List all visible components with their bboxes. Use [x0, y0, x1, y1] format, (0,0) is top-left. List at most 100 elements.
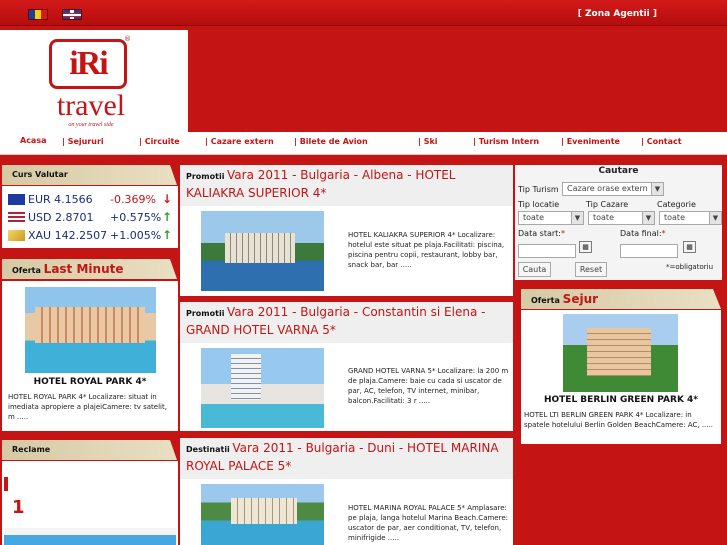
- categorie-value: toate: [664, 213, 685, 222]
- currency-value: USD 2.8701: [28, 211, 94, 224]
- hotel-kaliakra-image[interactable]: [201, 211, 324, 291]
- offer-description: GRAND HOTEL VARNA 5* Localizare: la 200 …: [348, 367, 509, 405]
- currency-value: EUR 4.1566: [28, 193, 93, 206]
- site-logo[interactable]: iRi ® travel on your travel side: [0, 30, 188, 132]
- us-flag-icon: [8, 212, 25, 223]
- offer-header: Promotii Vara 2011 - Bulgaria - Constant…: [180, 302, 513, 343]
- data-start-input[interactable]: [518, 244, 576, 258]
- romanian-flag-icon[interactable]: [28, 9, 48, 20]
- tip-cazare-value: toate: [593, 213, 614, 222]
- currency-row-usd: USD 2.8701 +0.575% ↑: [6, 209, 178, 226]
- sejur-label: Oferta: [531, 296, 560, 305]
- reclame-number: 1: [12, 497, 25, 518]
- hotel-marina-royal-image[interactable]: [201, 484, 324, 545]
- cauta-button[interactable]: Cauta: [518, 262, 551, 277]
- reclame-panel: 1: [2, 461, 178, 545]
- reclame-title: Reclame: [12, 445, 51, 454]
- chevron-down-icon: ▼: [571, 212, 583, 224]
- curs-valutar-panel: EUR 4.1566 -0.369% ↓ USD 2.8701 +0.575% …: [2, 186, 178, 248]
- calendar-icon[interactable]: ▦: [579, 241, 592, 253]
- sejur-header: Oferta Sejur: [521, 289, 721, 309]
- tip-locatie-select[interactable]: toate ▼: [518, 211, 584, 225]
- offer-description: HOTEL MARINA ROYAL PALACE 5* Amplasare: …: [348, 504, 508, 542]
- last-minute-hotel-title[interactable]: HOTEL ROYAL PARK 4*: [2, 377, 178, 387]
- hotel-berlin-green-park-image[interactable]: [563, 314, 678, 392]
- tip-cazare-select[interactable]: toate ▼: [588, 211, 655, 225]
- nav-item-turism-intern[interactable]: | Turism Intern: [473, 137, 539, 146]
- obligatoriu-note: *=obligatoriu: [666, 263, 714, 271]
- offer-label: Destinatii: [186, 445, 230, 454]
- main-nav: Acasa | Sejururi | Circuite | Cazare ext…: [0, 132, 727, 155]
- offer-header: Promotii Vara 2011 - Bulgaria - Albena -…: [180, 165, 513, 206]
- offer-title[interactable]: Vara 2011 - Bulgaria - Albena - HOTEL KA…: [186, 168, 455, 200]
- offer-label: Promotii: [186, 172, 225, 181]
- tip-turism-select[interactable]: Cazare orase extern ▼: [562, 182, 664, 196]
- offer-card: HOTEL KALIAKRA SUPERIOR 4* Localizare: h…: [180, 206, 513, 296]
- last-minute-title: Last Minute: [43, 262, 124, 276]
- reclame-banner-image[interactable]: 1: [4, 461, 176, 545]
- currency-change: +1.005%: [110, 229, 162, 242]
- chevron-down-icon: ▼: [651, 183, 663, 195]
- currency-change: -0.369%: [110, 193, 156, 206]
- currency-row-eur: EUR 4.1566 -0.369% ↓: [6, 191, 178, 208]
- nav-item-cazare-extern[interactable]: | Cazare extern: [205, 137, 274, 146]
- top-bar: [ Zona Agentii ]: [0, 0, 727, 26]
- gold-icon: [8, 230, 25, 241]
- logo-registered-mark: ®: [124, 35, 131, 43]
- offer-title[interactable]: Vara 2011 - Bulgaria - Duni - HOTEL MARI…: [186, 441, 499, 473]
- offer-label: Promotii: [186, 309, 225, 318]
- reclame-header: Reclame: [2, 440, 177, 460]
- grand-hotel-varna-image[interactable]: [201, 348, 324, 428]
- tip-turism-label: Tip Turism: [518, 185, 559, 194]
- sejur-panel: HOTEL BERLIN GREEN PARK 4* HOTEL LTI BER…: [521, 310, 721, 444]
- logo-tagline: on your travel side: [68, 122, 114, 128]
- data-final-input[interactable]: [620, 244, 678, 258]
- nav-item-acasa[interactable]: Acasa: [20, 136, 47, 145]
- zona-agentii-link[interactable]: [ Zona Agentii ]: [578, 9, 657, 19]
- arrow-down-icon: ↓: [162, 192, 173, 206]
- nav-item-bilete-avion[interactable]: | Bilete de Avion: [294, 137, 368, 146]
- curs-valutar-title: Curs Valutar: [12, 170, 68, 179]
- chevron-down-icon: ▼: [709, 212, 721, 224]
- offer-title[interactable]: Vara 2011 - Bulgaria - Constantin si Ele…: [186, 305, 485, 337]
- arrow-up-icon: ↑: [162, 228, 173, 242]
- curs-valutar-header: Curs Valutar: [2, 165, 177, 185]
- offer-card: HOTEL MARINA ROYAL PALACE 5* Amplasare: …: [180, 479, 513, 545]
- last-minute-label: Oferta: [12, 266, 41, 275]
- categorie-label: Categorie: [657, 200, 696, 209]
- nav-item-evenimente[interactable]: | Evenimente: [561, 137, 620, 146]
- data-start-label: Data start:*: [518, 229, 565, 238]
- nav-item-circuite[interactable]: | Circuite: [139, 137, 180, 146]
- sejur-title: Sejur: [562, 292, 599, 306]
- currency-row-xau: XAU 142.2507 +1.005% ↑: [6, 227, 178, 244]
- last-minute-description: HOTEL ROYAL PARK 4* Localizare: situat i…: [8, 393, 167, 421]
- tip-cazare-label: Tip Cazare: [586, 200, 629, 209]
- tip-turism-value: Cazare orase extern: [567, 184, 648, 193]
- logo-travel-text: travel: [56, 89, 126, 122]
- currency-value: XAU 142.2507: [28, 229, 108, 242]
- offer-description: HOTEL KALIAKRA SUPERIOR 4* Localizare: h…: [348, 231, 505, 269]
- nav-item-ski[interactable]: | Ski: [418, 137, 438, 146]
- nav-item-sejururi[interactable]: | Sejururi: [62, 137, 104, 146]
- sejur-hotel-title[interactable]: HOTEL BERLIN GREEN PARK 4*: [521, 395, 721, 405]
- currency-change: +0.575%: [110, 211, 162, 224]
- last-minute-panel: HOTEL ROYAL PARK 4* HOTEL ROYAL PARK 4* …: [2, 281, 178, 431]
- nav-item-contact[interactable]: | Contact: [641, 137, 682, 146]
- eu-flag-icon: [8, 194, 25, 205]
- chevron-down-icon: ▼: [642, 212, 654, 224]
- tip-locatie-value: toate: [523, 213, 544, 222]
- data-final-label: Data final:*: [620, 229, 666, 238]
- tip-locatie-label: Tip locatie: [518, 200, 560, 209]
- offer-card: GRAND HOTEL VARNA 5* Localizare: la 200 …: [180, 343, 513, 431]
- logo-ri-mark: iRi: [49, 39, 127, 89]
- last-minute-header: Oferta Last Minute: [2, 259, 177, 279]
- search-title: Cautare: [598, 166, 639, 176]
- english-flag-icon[interactable]: [62, 9, 82, 20]
- offer-header: Destinatii Vara 2011 - Bulgaria - Duni -…: [180, 438, 513, 479]
- arrow-up-icon: ↑: [162, 210, 173, 224]
- categorie-select[interactable]: toate ▼: [659, 211, 722, 225]
- hotel-royal-park-image[interactable]: [25, 287, 156, 373]
- reset-button[interactable]: Reset: [575, 262, 607, 277]
- sejur-description: HOTEL LTI BERLIN GREEN PARK 4* Localizar…: [524, 411, 713, 429]
- calendar-icon[interactable]: ▦: [683, 241, 696, 253]
